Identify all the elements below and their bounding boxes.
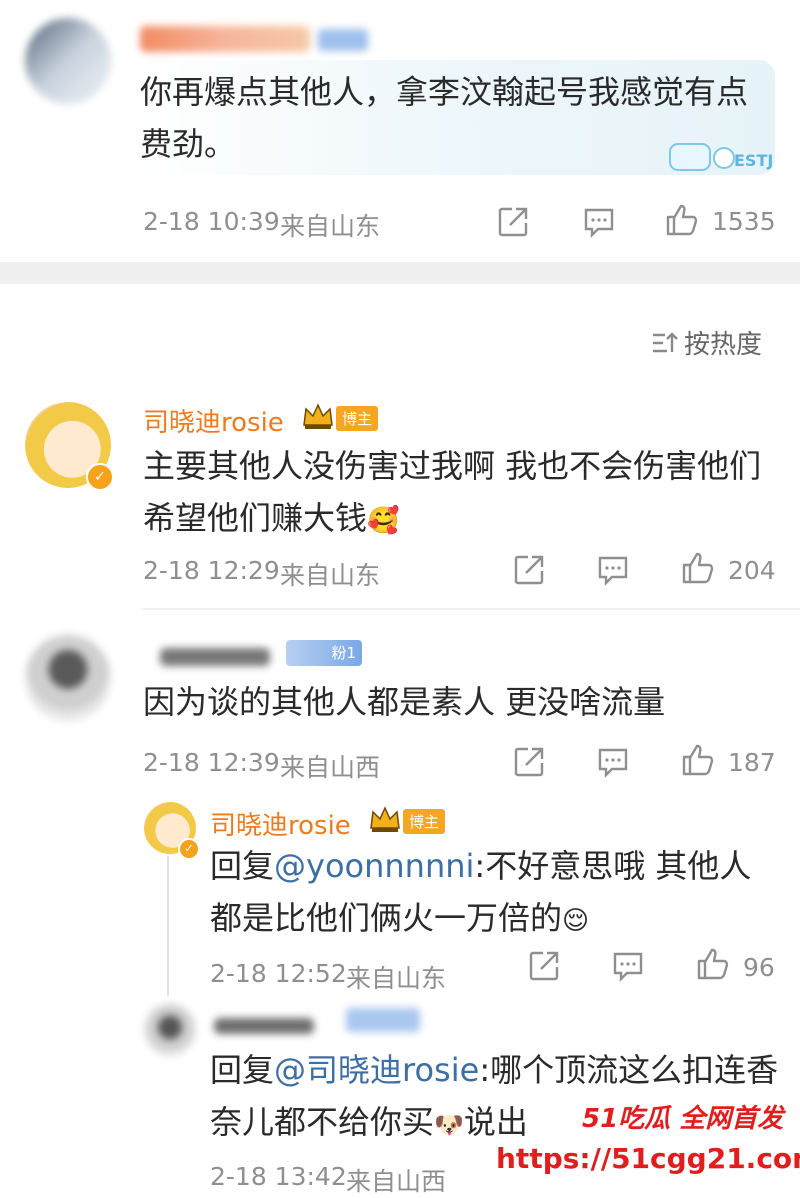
like-count: 187 [728, 748, 776, 777]
like-count: 1535 [712, 207, 776, 236]
comment-icon[interactable] [596, 745, 630, 783]
username-blurred[interactable] [214, 1018, 314, 1034]
avatar[interactable] [144, 1004, 196, 1056]
thread-line [167, 856, 169, 996]
watermark-line2: https://51cgg21.com [496, 1142, 800, 1175]
comment-icon[interactable] [582, 205, 616, 243]
reply-prefix: 回复 [210, 1051, 275, 1089]
username-blurred[interactable] [140, 26, 310, 52]
emoji: 😌 [562, 906, 590, 936]
comment-text: 因为谈的其他人都是素人 更没啥流量 [143, 683, 666, 721]
mention-link[interactable]: @司晓迪rosie [274, 1051, 479, 1089]
reply-time: 2-18 12:52 [210, 959, 347, 988]
verified-icon: ✓ [178, 838, 200, 860]
username-blurred[interactable] [160, 648, 270, 666]
username[interactable]: 司晓迪rosie [143, 402, 284, 439]
comment-icon[interactable] [611, 949, 645, 987]
mention-link[interactable]: @yoonnnnni [274, 847, 474, 885]
fan-badge [318, 29, 368, 51]
estj-sticker: ESTJ [668, 130, 786, 176]
fan-badge-label: 粉1 [331, 644, 356, 662]
like-icon[interactable] [695, 947, 729, 985]
verified-icon: ✓ [86, 463, 114, 491]
share-icon[interactable] [512, 745, 546, 783]
like-icon[interactable] [680, 551, 714, 589]
comment-text: 主要其他人没伤害过我啊 我也不会伤害他们 希望他们赚大钱🥰 [143, 440, 763, 547]
comment-time: 2-18 10:39 [143, 207, 280, 236]
comment-time: 2-18 12:29 [143, 556, 280, 585]
share-icon[interactable] [527, 949, 561, 987]
fan-badge: 粉1 [286, 640, 362, 666]
username[interactable]: 司晓迪rosie [210, 805, 351, 842]
crown-icon [368, 804, 402, 838]
blogger-badge: 博主 [336, 406, 379, 431]
comment-icon[interactable] [596, 553, 630, 591]
like-count: 204 [728, 556, 776, 585]
reply-prefix: 回复 [210, 847, 275, 885]
sort-button[interactable]: 按热度 [650, 324, 762, 361]
reply-location: 来自山东 [346, 964, 447, 993]
like-count: 96 [743, 953, 775, 982]
reply-time: 2-18 13:42 [210, 1162, 347, 1191]
watermark-line1: 51吃瓜 全网首发 [582, 1104, 784, 1134]
blogger-badge: 博主 [403, 809, 446, 834]
like-icon[interactable] [664, 203, 698, 241]
sort-icon [653, 331, 678, 352]
emoji: 🐶 [434, 1111, 464, 1139]
comment-location: 来自山东 [280, 212, 381, 241]
crown-icon [301, 401, 335, 435]
fan-badge [346, 1008, 420, 1032]
reply-body-cont: 说出 [463, 1103, 528, 1141]
thin-divider [143, 608, 800, 610]
reply-text: 回复@yoonnnnni:不好意思哦 其他人都是比他们俩火一万倍的😌 [210, 840, 770, 947]
comment-location: 来自山东 [280, 561, 381, 590]
avatar[interactable] [25, 635, 111, 721]
comment-text: 你再爆点其他人，拿李汶翰起号我感觉有点费劲。 [140, 73, 749, 163]
comment-time: 2-18 12:39 [143, 748, 280, 777]
sort-label: 按热度 [684, 330, 763, 360]
comment-location: 来自山西 [280, 753, 381, 782]
emoji: 🥰 [367, 506, 400, 536]
avatar[interactable] [25, 18, 111, 104]
sticker-label: ESTJ [734, 151, 773, 170]
share-icon[interactable] [512, 553, 546, 591]
like-icon[interactable] [680, 743, 714, 781]
comment-body: 主要其他人没伤害过我啊 我也不会伤害他们 希望他们赚大钱 [143, 447, 762, 537]
section-divider [0, 262, 800, 284]
share-icon[interactable] [496, 205, 530, 243]
